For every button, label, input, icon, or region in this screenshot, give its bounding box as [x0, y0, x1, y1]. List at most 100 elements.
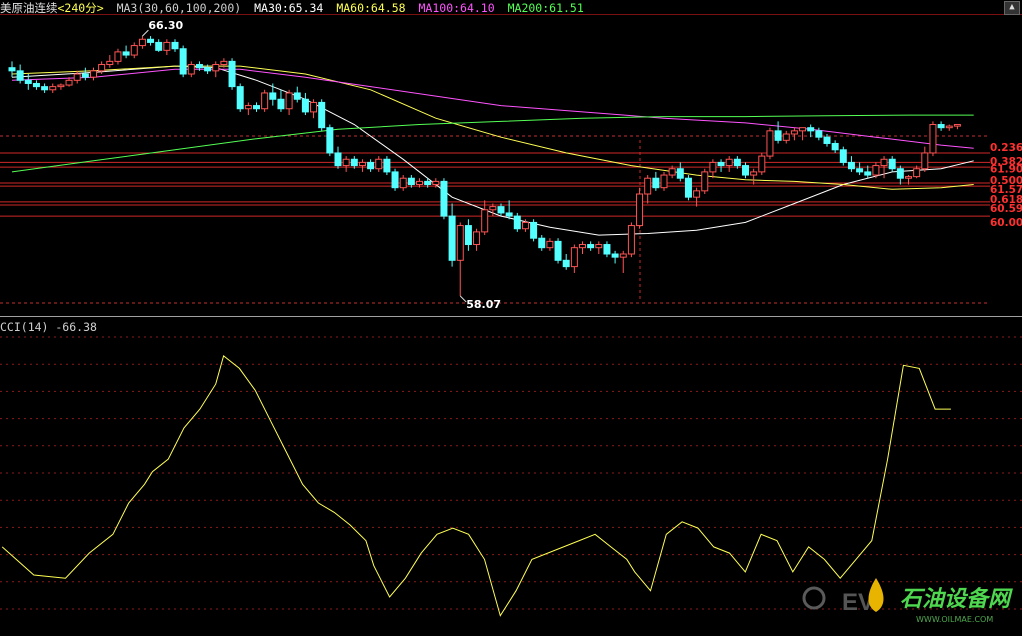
- candle-body: [8, 67, 16, 72]
- candle-body: [847, 161, 855, 170]
- candle-body: [807, 127, 815, 132]
- candle-body: [521, 221, 529, 230]
- candle-body: [945, 125, 953, 129]
- candle-body: [98, 64, 106, 72]
- candle-body: [799, 127, 807, 132]
- candle-body: [489, 206, 497, 211]
- candle-body: [432, 180, 440, 186]
- candle-body: [383, 158, 391, 173]
- candle-body: [448, 215, 456, 261]
- candle-body: [220, 60, 228, 66]
- candle-body: [701, 171, 709, 192]
- candle-body: [285, 92, 293, 110]
- candle-body: [684, 177, 692, 198]
- ma100-value: MA100:64.10: [418, 1, 495, 15]
- candle-body: [872, 165, 880, 176]
- fib-label: 60.00: [990, 217, 1022, 229]
- ma-line-ma60: [11, 65, 974, 190]
- ma200-value: MA200:61.51: [507, 1, 584, 15]
- candle-body: [880, 158, 888, 167]
- watermark-brand: 石油设备网: [900, 587, 1013, 612]
- candle-body: [204, 67, 212, 72]
- candle-body: [367, 161, 375, 170]
- candle-body: [709, 161, 717, 173]
- candle-body: [318, 101, 326, 129]
- candle-body: [530, 221, 538, 239]
- candle-body: [456, 225, 464, 261]
- candle-body: [155, 41, 163, 51]
- watermark-logo: EV 石油设备网 WWW.OILMAE.COM: [802, 578, 1013, 624]
- candle-body: [90, 70, 97, 78]
- candle-body: [187, 64, 195, 75]
- candle-body: [676, 168, 684, 179]
- candle-body: [391, 171, 399, 189]
- candle-body: [326, 127, 334, 154]
- candle-body: [913, 168, 921, 178]
- fib-label: 0.500: [990, 175, 1022, 187]
- candle-body: [652, 177, 660, 189]
- ma-params: MA3(30,60,100,200): [116, 1, 242, 15]
- cci-header: CCI(14) -66.38: [0, 320, 97, 334]
- candle-body: [171, 41, 179, 50]
- candle-body: [342, 158, 350, 167]
- candle-body: [758, 155, 766, 173]
- candle-body: [41, 86, 49, 91]
- fib-label: 0.618: [990, 194, 1022, 206]
- candle-body: [65, 79, 73, 86]
- candle-body: [636, 193, 644, 227]
- candle-body: [693, 190, 701, 198]
- candle-body: [864, 171, 872, 176]
- candle-body: [929, 124, 937, 154]
- candle-body: [212, 64, 220, 72]
- candle-body: [497, 206, 505, 214]
- candle-body: [839, 149, 847, 163]
- candle-body: [57, 84, 65, 88]
- candle-body: [554, 240, 562, 261]
- candle-body: [464, 225, 472, 246]
- candle-body: [163, 41, 171, 51]
- fib-label: 0.382: [990, 156, 1022, 168]
- candle-body: [603, 244, 611, 255]
- candle-body: [277, 98, 285, 110]
- candle-body: [611, 253, 619, 258]
- candle-body: [228, 60, 236, 88]
- candle-body: [538, 237, 546, 249]
- candle-body: [742, 165, 749, 176]
- candle-body: [106, 60, 114, 66]
- candle-body: [293, 92, 301, 100]
- candle-body: [195, 64, 203, 69]
- candle-body: [261, 92, 269, 110]
- candle-body: [823, 136, 831, 144]
- instrument-title[interactable]: 美原油连续: [0, 1, 58, 15]
- candle-body: [407, 177, 415, 186]
- candle-body: [236, 86, 244, 110]
- candle-body: [301, 98, 309, 113]
- candle-body: [595, 244, 603, 249]
- candle-body: [24, 79, 32, 84]
- candle-body: [579, 244, 586, 249]
- chevron-up-icon[interactable]: ▲: [1004, 1, 1020, 15]
- candle-body: [766, 130, 774, 157]
- low-label: 58.07: [466, 298, 501, 311]
- candle-body: [668, 168, 676, 176]
- candle-body: [481, 209, 489, 233]
- candle-body: [782, 133, 790, 141]
- candle-body: [774, 130, 782, 141]
- candle-body: [16, 70, 24, 81]
- ma60-value: MA60:64.58: [336, 1, 406, 15]
- candle-body: [310, 101, 318, 113]
- period-label[interactable]: <240分>: [58, 1, 104, 15]
- candle-body: [244, 105, 252, 110]
- candle-body: [619, 253, 627, 258]
- candle-body: [717, 161, 725, 167]
- candle-body: [905, 176, 912, 179]
- candle-body: [513, 215, 521, 230]
- candle-body: [856, 168, 864, 173]
- candle-body: [896, 168, 904, 179]
- candle-body: [937, 124, 945, 129]
- candle-body: [750, 171, 758, 176]
- candle-body: [114, 51, 122, 62]
- candle-body: [416, 180, 423, 186]
- ma30-value: MA30:65.34: [254, 1, 324, 15]
- candle-body: [269, 92, 277, 100]
